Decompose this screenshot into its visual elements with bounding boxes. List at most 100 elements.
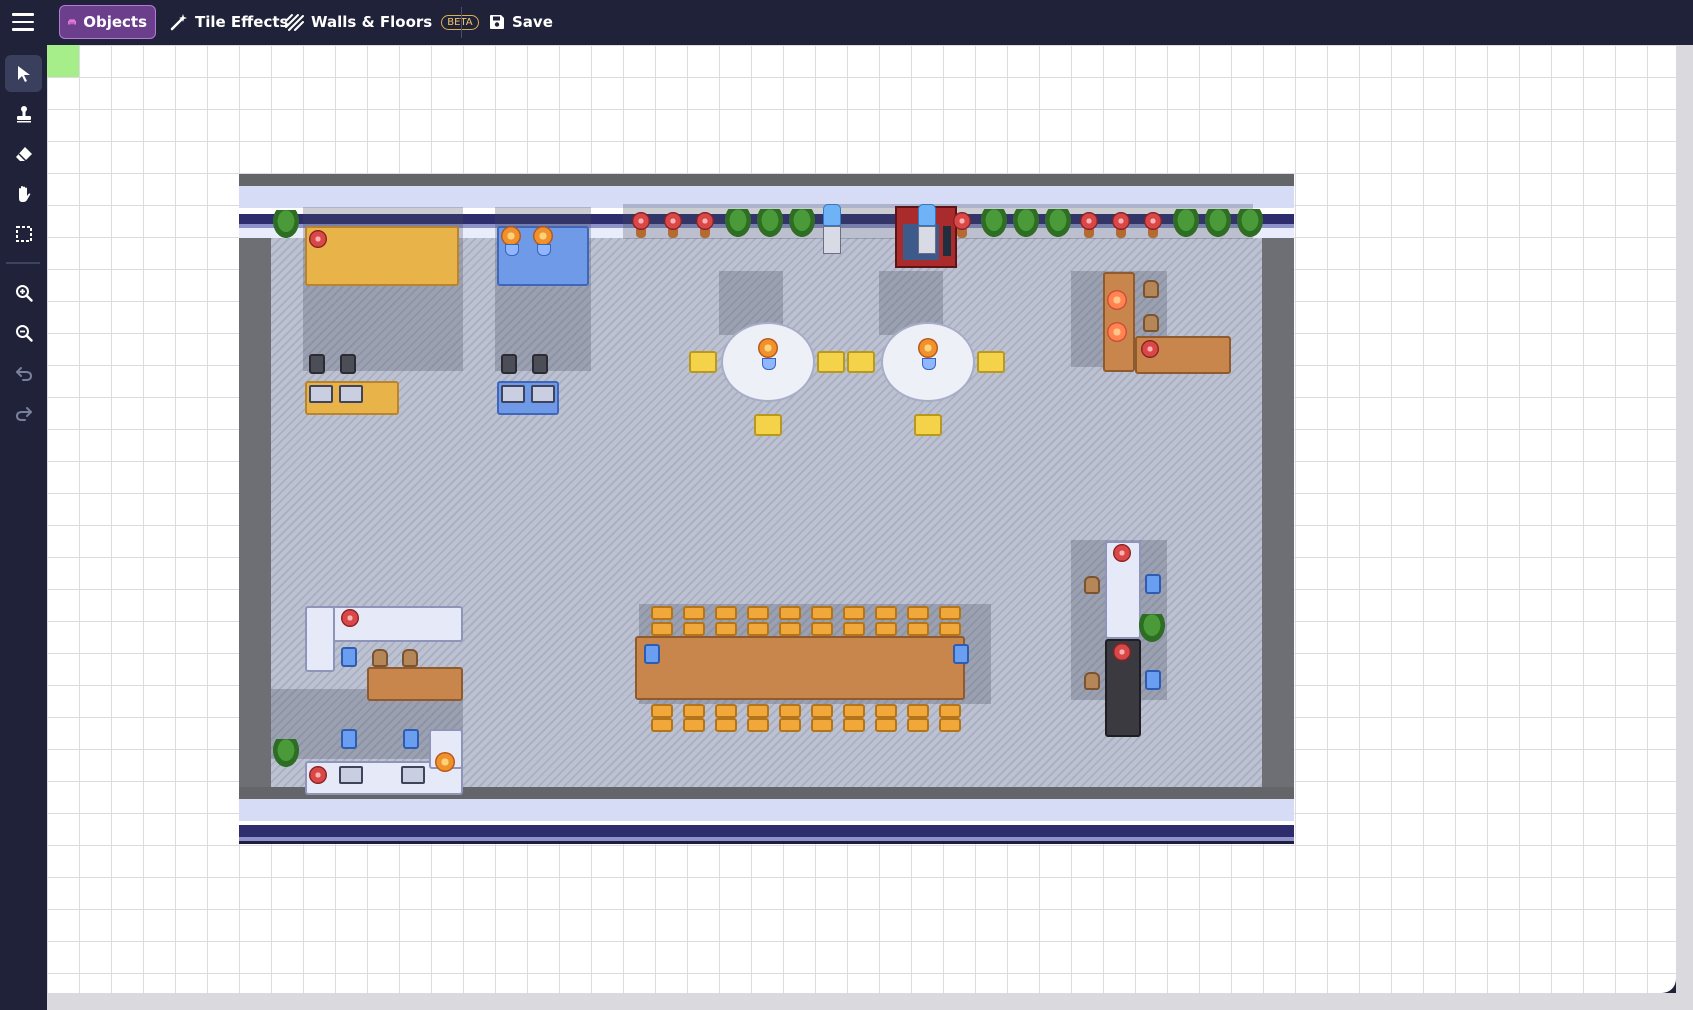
meeting-chair[interactable] [683,622,705,636]
orange-flower-pot[interactable] [533,226,553,246]
wooden-chair[interactable] [402,649,418,667]
region-select-tool[interactable] [5,215,42,252]
meeting-chair[interactable] [651,606,673,620]
meeting-chair[interactable] [651,704,673,718]
red-flower-pot[interactable] [1113,544,1131,562]
red-flower-plant[interactable] [1112,212,1130,230]
meeting-chair[interactable] [907,622,929,636]
meeting-chair[interactable] [779,718,801,732]
potted-palm[interactable] [789,209,815,237]
meeting-chair[interactable] [939,606,961,620]
red-flower-plant[interactable] [953,212,971,230]
pan-tool[interactable] [5,175,42,212]
red-flower-plant[interactable] [696,212,714,230]
meeting-chair[interactable] [907,718,929,732]
zoom-out-tool[interactable] [5,314,42,351]
meeting-chair[interactable] [715,622,737,636]
flower-pot[interactable] [700,229,710,238]
yellow-desk[interactable] [305,226,459,286]
meeting-chair[interactable] [747,606,769,620]
meeting-chair[interactable] [843,718,865,732]
meeting-chair[interactable] [747,718,769,732]
select-tool[interactable] [5,55,42,92]
computer-monitor[interactable] [401,766,425,784]
computer-monitor[interactable] [309,385,333,403]
meeting-chair[interactable] [779,704,801,718]
flower-pot[interactable] [957,229,967,238]
flower-pot[interactable] [1148,229,1158,238]
potted-palm[interactable] [981,209,1007,237]
tab-walls-floors[interactable]: Walls & Floors BETA [276,5,487,39]
computer-monitor[interactable] [501,385,525,403]
meeting-chair[interactable] [875,704,897,718]
conference-table[interactable] [635,636,965,700]
meeting-chair[interactable] [939,718,961,732]
meeting-chair[interactable] [811,718,833,732]
orange-flower-pot[interactable] [501,226,521,246]
blue-chair[interactable] [403,729,419,749]
orange-flower-pot[interactable] [435,752,455,772]
office-room[interactable] [239,174,1294,844]
blue-chair[interactable] [1145,670,1161,690]
potted-palm[interactable] [725,209,751,237]
red-flower-pot[interactable] [309,230,327,248]
red-flower-pot[interactable] [1141,340,1159,358]
redo-tool[interactable] [5,394,42,431]
potted-palm[interactable] [1045,209,1071,237]
potted-palm[interactable] [1173,209,1199,237]
blue-chair[interactable] [644,644,660,664]
tab-objects[interactable]: Objects [59,5,156,39]
zoom-in-tool[interactable] [5,274,42,311]
flower-pot[interactable] [1116,229,1126,238]
computer-monitor[interactable] [339,766,363,784]
basket[interactable] [1107,322,1127,342]
meeting-chair[interactable] [779,622,801,636]
potted-palm[interactable] [273,739,299,767]
red-flower-plant[interactable] [1144,212,1162,230]
meeting-chair[interactable] [651,622,673,636]
white-counter-side[interactable] [305,606,335,672]
meeting-chair[interactable] [843,704,865,718]
meeting-chair[interactable] [747,704,769,718]
meeting-chair[interactable] [651,718,673,732]
meeting-chair[interactable] [715,718,737,732]
meeting-chair[interactable] [907,606,929,620]
flower-pot[interactable] [668,229,678,238]
red-flower-plant[interactable] [632,212,650,230]
lounge-chair[interactable] [689,351,717,373]
map-canvas[interactable] [47,45,1676,993]
lounge-chair[interactable] [817,351,845,373]
lounge-chair[interactable] [754,414,782,436]
meeting-chair[interactable] [715,606,737,620]
lounge-chair[interactable] [914,414,942,436]
office-chair[interactable] [501,354,517,374]
stamp-tool[interactable] [5,95,42,132]
blue-chair[interactable] [953,644,969,664]
potted-palm[interactable] [273,210,299,238]
potted-palm[interactable] [1139,614,1165,642]
meeting-chair[interactable] [683,718,705,732]
meeting-chair[interactable] [843,622,865,636]
office-chair[interactable] [340,354,356,374]
meeting-chair[interactable] [811,622,833,636]
meeting-chair[interactable] [939,704,961,718]
wooden-desk[interactable] [367,667,463,701]
meeting-chair[interactable] [875,622,897,636]
potted-palm[interactable] [1013,209,1039,237]
spawn-tile[interactable] [47,45,79,77]
lounge-chair[interactable] [847,351,875,373]
meeting-chair[interactable] [715,704,737,718]
meeting-chair[interactable] [811,704,833,718]
meeting-chair[interactable] [811,606,833,620]
lounge-chair[interactable] [977,351,1005,373]
meeting-chair[interactable] [939,622,961,636]
undo-tool[interactable] [5,354,42,391]
red-flower-pot[interactable] [309,766,327,784]
wooden-chair[interactable] [1143,280,1159,298]
meeting-chair[interactable] [683,606,705,620]
blue-chair[interactable] [341,729,357,749]
meeting-chair[interactable] [779,606,801,620]
red-flower-pot[interactable] [341,609,359,627]
computer-monitor[interactable] [339,385,363,403]
water-cooler[interactable] [918,204,936,254]
